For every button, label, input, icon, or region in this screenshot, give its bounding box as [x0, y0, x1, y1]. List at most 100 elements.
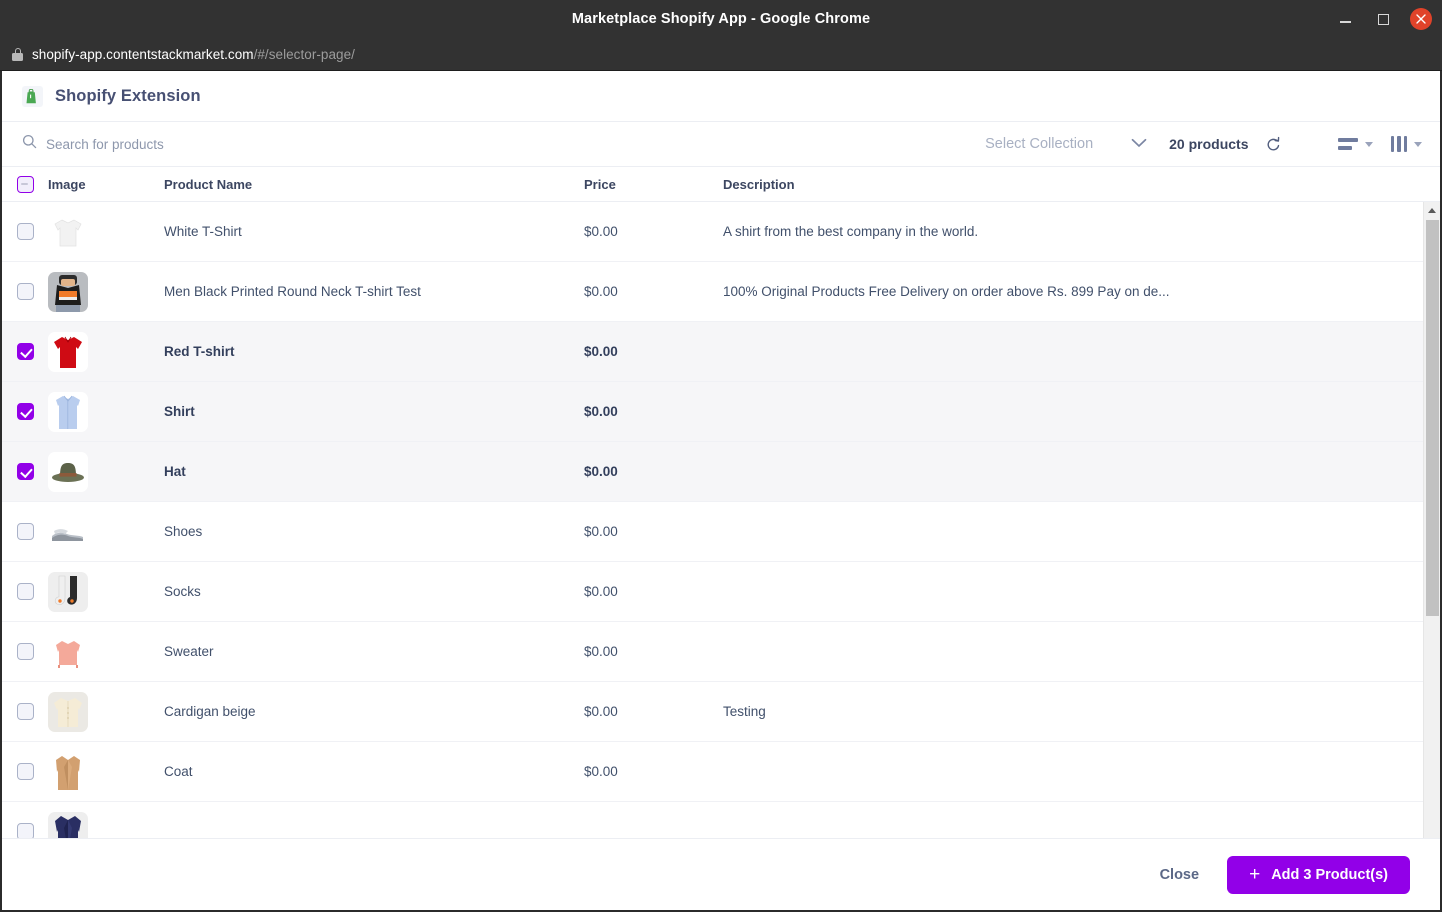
- product-price-cell: $0.00: [584, 704, 618, 719]
- product-price-cell: $0.00: [584, 464, 618, 479]
- product-thumbnail-cell: [48, 511, 164, 552]
- row-checkbox[interactable]: [16, 763, 34, 780]
- product-name-cell: Men Black Printed Round Neck T-shirt Tes…: [164, 284, 421, 299]
- scrollbar-thumb[interactable]: [1426, 220, 1439, 616]
- product-price-cell: $0.00: [584, 584, 618, 599]
- app-header: Shopify Extension: [2, 71, 1440, 122]
- product-price-cell: $0.00: [584, 524, 618, 539]
- row-select-cell[interactable]: [2, 283, 48, 300]
- table-row[interactable]: Red T-shirt $0.00: [2, 322, 1423, 382]
- product-name-cell: Shoes: [164, 524, 203, 539]
- add-products-button[interactable]: + Add 3 Product(s): [1227, 855, 1410, 894]
- columns-selector-icon: [1390, 136, 1407, 152]
- product-thumbnail-cell: [48, 451, 164, 492]
- chevron-down-icon: [1131, 135, 1147, 153]
- column-header-image[interactable]: Image: [48, 177, 164, 192]
- column-header-price[interactable]: Price: [584, 177, 723, 192]
- product-thumbnail-cell: [48, 571, 164, 612]
- app-title: Shopify Extension: [55, 86, 201, 105]
- table-row[interactable]: Men Black Printed Round Neck T-shirt Tes…: [2, 262, 1423, 322]
- chevron-down-icon: [1414, 141, 1422, 147]
- add-products-label: Add 3 Product(s): [1271, 866, 1388, 883]
- maximize-button[interactable]: [1372, 8, 1394, 30]
- table-row[interactable]: Hat $0.00: [2, 442, 1423, 502]
- select-all-checkbox[interactable]: [16, 175, 34, 193]
- toolbar: Select Collection 20 products: [2, 122, 1440, 167]
- minimize-button[interactable]: [1334, 8, 1356, 30]
- table-header-row: Image Product Name Price Description: [2, 167, 1440, 202]
- columns-selector-button[interactable]: [1390, 136, 1422, 152]
- row-checkbox[interactable]: [16, 343, 34, 360]
- row-select-cell[interactable]: [2, 343, 48, 360]
- product-name-cell: Cardigan beige: [164, 704, 256, 719]
- window-title: Marketplace Shopify App - Google Chrome: [571, 11, 871, 27]
- row-checkbox[interactable]: [16, 583, 34, 600]
- table-row[interactable]: Coat $0.00: [2, 742, 1423, 802]
- row-select-cell[interactable]: [2, 763, 48, 780]
- product-thumbnail-cell: [48, 391, 164, 432]
- select-all-cell[interactable]: [2, 175, 48, 193]
- product-thumbnail-cell: [48, 751, 164, 792]
- table-row[interactable]: Shoes $0.00: [2, 502, 1423, 562]
- close-button[interactable]: Close: [1160, 867, 1200, 883]
- row-select-cell[interactable]: [2, 223, 48, 240]
- table-row[interactable]: Cardigan beige $0.00 Testing: [2, 682, 1423, 742]
- collection-dropdown[interactable]: Select Collection: [985, 135, 1147, 153]
- table-row[interactable]: [2, 802, 1423, 838]
- product-name-cell: Hat: [164, 464, 186, 479]
- row-select-cell[interactable]: [2, 523, 48, 540]
- column-header-description[interactable]: Description: [723, 177, 1440, 192]
- product-thumbnail: [48, 271, 88, 312]
- product-thumbnail-cell: [48, 271, 164, 312]
- close-icon: [1416, 14, 1426, 24]
- dialog-footer: Close + Add 3 Product(s): [2, 838, 1440, 910]
- product-price-cell: $0.00: [584, 224, 618, 239]
- refresh-icon[interactable]: [1265, 136, 1282, 153]
- product-description-cell: A shirt from the best company in the wor…: [723, 224, 979, 239]
- table-row[interactable]: Socks $0.00: [2, 562, 1423, 622]
- table-row[interactable]: Sweater $0.00: [2, 622, 1423, 682]
- row-select-cell[interactable]: [2, 703, 48, 720]
- row-checkbox[interactable]: [16, 223, 34, 240]
- collection-label: Select Collection: [985, 136, 1094, 152]
- rows-density-button[interactable]: [1337, 138, 1373, 150]
- product-thumbnail: [48, 811, 88, 838]
- row-checkbox[interactable]: [16, 283, 34, 300]
- vertical-scrollbar[interactable]: [1423, 202, 1440, 838]
- row-select-cell[interactable]: [2, 463, 48, 480]
- row-checkbox[interactable]: [16, 463, 34, 480]
- product-thumbnail: [48, 391, 88, 432]
- row-checkbox[interactable]: [16, 403, 34, 420]
- row-select-cell[interactable]: [2, 583, 48, 600]
- table-body: White T-Shirt $0.00 A shirt from the best …: [2, 202, 1440, 838]
- search-input[interactable]: [46, 136, 346, 152]
- row-checkbox[interactable]: [16, 823, 34, 838]
- rows-density-icon: [1337, 138, 1358, 150]
- window-titlebar: Marketplace Shopify App - Google Chrome: [0, 0, 1442, 38]
- product-price-cell: $0.00: [584, 404, 618, 419]
- search-area: [22, 134, 985, 154]
- row-checkbox[interactable]: [16, 643, 34, 660]
- browser-url-bar[interactable]: shopify-app.contentstackmarket.com/#/sel…: [0, 38, 1442, 71]
- product-name-cell: Sweater: [164, 644, 214, 659]
- row-checkbox[interactable]: [16, 703, 34, 720]
- row-select-cell[interactable]: [2, 823, 48, 838]
- table-row[interactable]: White T-Shirt $0.00 A shirt from the best …: [2, 202, 1423, 262]
- search-icon: [22, 134, 37, 154]
- rows-viewport: White T-Shirt $0.00 A shirt from the best …: [2, 202, 1423, 838]
- row-select-cell[interactable]: [2, 643, 48, 660]
- product-thumbnail: [48, 511, 88, 552]
- chevron-down-icon: [1364, 141, 1373, 147]
- scroll-up-arrow-icon[interactable]: [1424, 202, 1440, 219]
- product-thumbnail: [48, 331, 88, 372]
- close-window-button[interactable]: [1410, 8, 1432, 30]
- product-thumbnail-cell: [48, 691, 164, 732]
- column-header-product-name[interactable]: Product Name: [164, 177, 584, 192]
- row-checkbox[interactable]: [16, 523, 34, 540]
- product-name-cell: White T-Shirt: [164, 224, 242, 239]
- table-row[interactable]: Shirt $0.00: [2, 382, 1423, 442]
- product-price-cell: $0.00: [584, 644, 618, 659]
- row-select-cell[interactable]: [2, 403, 48, 420]
- product-description-cell: 100% Original Products Free Delivery on …: [723, 284, 1170, 299]
- window-controls: [1334, 0, 1432, 38]
